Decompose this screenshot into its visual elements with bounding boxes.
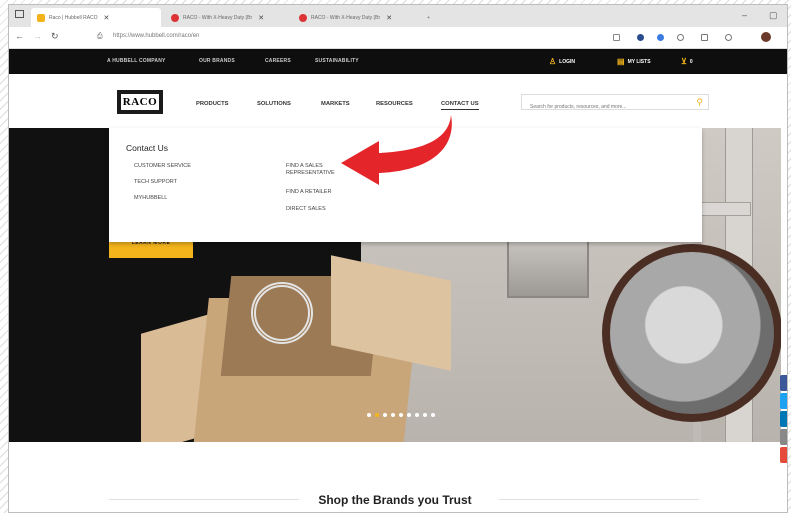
- new-tab-button[interactable]: +: [421, 8, 441, 27]
- divider: [499, 499, 699, 500]
- maximize-icon[interactable]: ▢: [769, 10, 778, 21]
- close-tab-icon[interactable]: ✕: [104, 14, 110, 22]
- utility-link[interactable]: OUR BRANDS: [199, 58, 235, 64]
- tab-actions-icon[interactable]: [15, 10, 24, 18]
- close-tab-icon[interactable]: ✕: [258, 14, 264, 22]
- extension-icon[interactable]: [677, 34, 684, 41]
- product-zoom-image: [602, 244, 781, 422]
- logo-text: RACO: [121, 94, 159, 110]
- my-lists-link[interactable]: ▤ MY LISTS: [617, 57, 651, 66]
- facebook-share-icon[interactable]: [780, 375, 787, 391]
- search-icon[interactable]: ⚲: [696, 97, 703, 108]
- menu-item-myhubbell[interactable]: MYHUBBELL: [134, 195, 167, 202]
- carousel-dot[interactable]: [375, 413, 379, 417]
- tab-bar: Raco | Hubbell RACO ✕ RACO - With X-Heav…: [9, 5, 787, 27]
- raco-logo[interactable]: RACO: [117, 90, 163, 114]
- carousel-dots: [367, 413, 435, 417]
- carousel-dot[interactable]: [399, 413, 403, 417]
- utility-nav: A HUBBELL COMPANY OUR BRANDS CAREERS SUS…: [9, 49, 787, 74]
- menu-item-direct-sales[interactable]: DIRECT SALES: [286, 206, 326, 213]
- utility-link[interactable]: A HUBBELL COMPANY: [107, 58, 166, 64]
- login-link[interactable]: ♙ LOGIN: [549, 57, 575, 66]
- utility-link[interactable]: SUSTAINABILITY: [315, 58, 359, 64]
- tab-title: RACO - With X-Heavy Duty (Br: [311, 14, 381, 21]
- nav-markets[interactable]: MARKETS: [321, 101, 350, 107]
- login-label: LOGIN: [559, 58, 576, 65]
- carousel-dot[interactable]: [415, 413, 419, 417]
- search-box: ⚲: [521, 94, 709, 114]
- menu-item-tech-support[interactable]: TECH SUPPORT: [134, 179, 177, 186]
- address-bar: ← → ↻ ⎙ https://www.hubbell.com/raco/en: [9, 27, 787, 49]
- carousel-dot[interactable]: [383, 413, 387, 417]
- search-input[interactable]: [522, 100, 687, 114]
- tab-3[interactable]: RACO - With X-Heavy Duty (Br ✕: [293, 8, 419, 27]
- tab-favicon-icon: [37, 13, 45, 22]
- tab-favicon-icon: [299, 13, 307, 22]
- nav-solutions[interactable]: SOLUTIONS: [257, 101, 291, 107]
- carousel-dot[interactable]: [423, 413, 427, 417]
- refresh-icon[interactable]: ↻: [51, 31, 59, 42]
- cart-count: 0: [689, 58, 693, 65]
- tab-title: Raco | Hubbell RACO: [49, 14, 98, 21]
- twitter-share-icon[interactable]: [780, 393, 787, 409]
- linkedin-share-icon[interactable]: [780, 411, 787, 427]
- list-icon: ▤: [617, 57, 625, 66]
- cable-coil-image: [251, 282, 313, 344]
- minimize-icon[interactable]: –: [742, 10, 747, 20]
- url-field[interactable]: https://www.hubbell.com/raco/en: [113, 33, 199, 39]
- tab-favicon-icon: [171, 13, 179, 22]
- browser-window: Raco | Hubbell RACO ✕ RACO - With X-Heav…: [8, 4, 788, 513]
- cart-link[interactable]: ⊻ 0: [681, 57, 693, 66]
- carousel-dot[interactable]: [367, 413, 371, 417]
- section-title: Shop the Brands you Trust: [318, 493, 472, 507]
- carousel-dot[interactable]: [407, 413, 411, 417]
- my-lists-label: MY LISTS: [627, 58, 651, 65]
- menu-item-find-retailer[interactable]: FIND A RETAILER: [286, 189, 331, 196]
- nav-products[interactable]: PRODUCTS: [196, 101, 229, 107]
- close-tab-icon[interactable]: ✕: [386, 14, 392, 22]
- nav-contact-us[interactable]: CONTACT US: [441, 101, 479, 110]
- product-zoom-detail: [610, 252, 774, 414]
- menu-item-customer-service[interactable]: CUSTOMER SERVICE: [134, 163, 191, 170]
- favorites-icon[interactable]: [701, 34, 708, 41]
- arrow-shape: [341, 115, 452, 185]
- collections-icon[interactable]: [725, 34, 732, 41]
- carousel-dot[interactable]: [391, 413, 395, 417]
- extension-icon[interactable]: [637, 34, 644, 41]
- back-icon[interactable]: ←: [15, 31, 24, 41]
- extension-icon[interactable]: [657, 34, 664, 41]
- avatar[interactable]: [761, 32, 771, 42]
- user-icon: ♙: [549, 57, 557, 66]
- lock-icon: ⎙: [97, 33, 103, 40]
- tab-1[interactable]: Raco | Hubbell RACO ✕: [31, 8, 161, 27]
- carousel-dot[interactable]: [431, 413, 435, 417]
- utility-link[interactable]: CAREERS: [265, 58, 291, 64]
- tab-2[interactable]: RACO - With X-Heavy Duty (Br ✕: [165, 8, 291, 27]
- dropdown-heading: Contact Us: [126, 143, 169, 153]
- email-share-icon[interactable]: [780, 429, 787, 445]
- box-image: [141, 255, 451, 442]
- forward-icon[interactable]: →: [33, 31, 42, 41]
- share-icon[interactable]: [780, 447, 787, 463]
- nav-resources[interactable]: RESOURCES: [376, 101, 413, 107]
- annotation-arrow-icon: [341, 115, 452, 185]
- reader-icon[interactable]: [613, 34, 620, 41]
- tab-title: RACO - With X-Heavy Duty (Br: [183, 14, 253, 21]
- cart-icon: ⊻: [681, 57, 687, 66]
